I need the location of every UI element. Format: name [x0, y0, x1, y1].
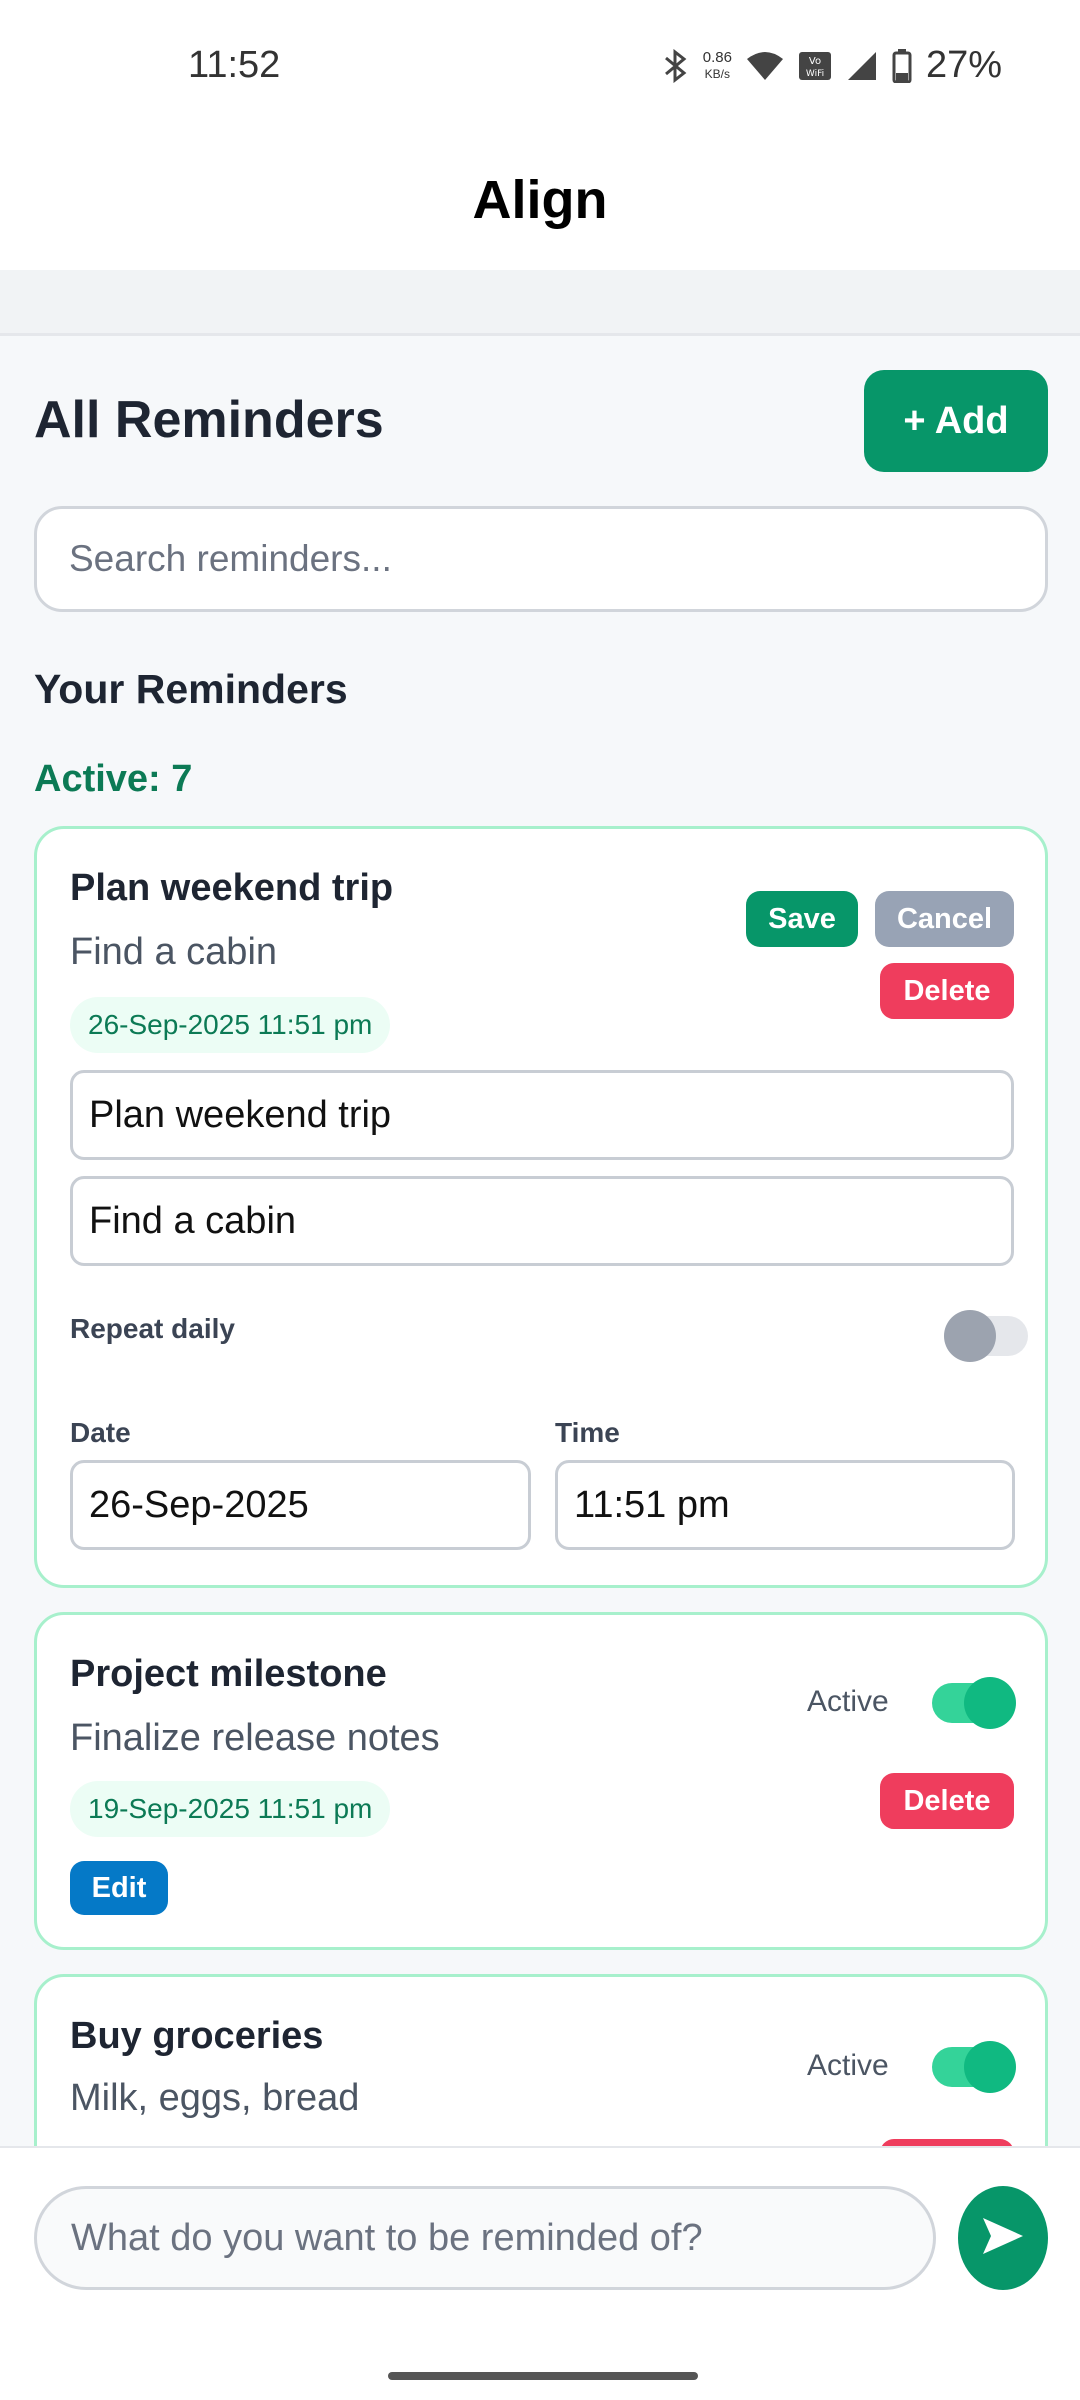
- toggle-knob: [964, 2041, 1016, 2093]
- net-speed: 0.86 KB/s: [702, 48, 732, 81]
- app-header: Align: [0, 130, 1080, 270]
- delete-button[interactable]: Delete: [880, 1773, 1014, 1829]
- battery-percent: 27%: [925, 44, 1002, 86]
- reminder-card: Plan weekend trip Find a cabin 26-Sep-20…: [34, 826, 1048, 1588]
- edit-description-field[interactable]: Find a cabin: [70, 1176, 1014, 1266]
- page-title: All Reminders: [34, 391, 384, 449]
- time-label: Time: [555, 1417, 620, 1448]
- send-button[interactable]: [958, 2186, 1048, 2290]
- main-content: All Reminders + Add Search reminders... …: [0, 336, 1080, 2146]
- reminder-datetime-badge: 19-Sep-2025 11:51 pm: [70, 1781, 391, 1837]
- header-divider: [0, 270, 1080, 336]
- status-icons: 0.86 KB/s Vo WiFi 27%: [663, 44, 1002, 87]
- bluetooth-icon: [663, 48, 689, 83]
- reminder-description: Milk, eggs, bread: [70, 2077, 360, 2119]
- wifi-icon: [746, 51, 784, 81]
- delete-button[interactable]: [880, 2139, 1014, 2146]
- delete-button[interactable]: Delete: [880, 963, 1014, 1019]
- reminder-description: Find a cabin: [70, 931, 278, 973]
- status-time: 11:52: [188, 44, 281, 86]
- reminder-card: Buy groceries Milk, eggs, bread Active: [34, 1974, 1048, 2146]
- search-input[interactable]: Search reminders...: [34, 506, 1048, 612]
- reminder-description: Finalize release notes: [70, 1717, 440, 1759]
- toggle-knob: [964, 1677, 1016, 1729]
- reminder-input[interactable]: What do you want to be reminded of?: [34, 2186, 936, 2290]
- time-field[interactable]: 11:51 pm: [555, 1460, 1015, 1550]
- reminder-title: Plan weekend trip: [70, 867, 394, 909]
- app-title: Align: [472, 170, 608, 230]
- repeat-daily-toggle[interactable]: [944, 1310, 1028, 1362]
- date-label: Date: [70, 1417, 131, 1448]
- composer-bar: What do you want to be reminded of?: [0, 2146, 1080, 2306]
- signal-icon: [846, 51, 878, 81]
- reminder-title: Buy groceries: [70, 2015, 324, 2057]
- svg-text:WiFi: WiFi: [806, 69, 824, 79]
- reminder-title: Project milestone: [70, 1653, 387, 1695]
- reminder-datetime-badge: 26-Sep-2025 11:51 pm: [70, 997, 391, 1053]
- toggle-knob: [944, 1310, 996, 1362]
- edit-title-field[interactable]: Plan weekend trip: [70, 1070, 1014, 1160]
- edit-button[interactable]: Edit: [70, 1861, 168, 1915]
- vowifi-icon: Vo WiFi: [798, 51, 832, 81]
- cancel-button[interactable]: Cancel: [875, 891, 1014, 947]
- reminder-card: Project milestone Finalize release notes…: [34, 1612, 1048, 1950]
- active-toggle[interactable]: [932, 2041, 1016, 2093]
- add-reminder-button[interactable]: + Add: [864, 370, 1048, 472]
- battery-icon: [892, 48, 912, 83]
- send-icon: [981, 2216, 1025, 2261]
- active-label: Active: [807, 1685, 889, 1718]
- active-toggle[interactable]: [932, 1677, 1016, 1729]
- repeat-daily-label: Repeat daily: [70, 1313, 235, 1344]
- svg-text:Vo: Vo: [809, 56, 821, 67]
- section-title: Your Reminders: [34, 666, 348, 712]
- date-field[interactable]: 26-Sep-2025: [70, 1460, 531, 1550]
- active-label: Active: [807, 2049, 889, 2082]
- save-button[interactable]: Save: [746, 891, 858, 947]
- gesture-handle[interactable]: [388, 2372, 698, 2380]
- active-count: Active: 7: [34, 758, 193, 800]
- status-bar: 11:52 0.86 KB/s Vo WiFi 27%: [0, 0, 1080, 130]
